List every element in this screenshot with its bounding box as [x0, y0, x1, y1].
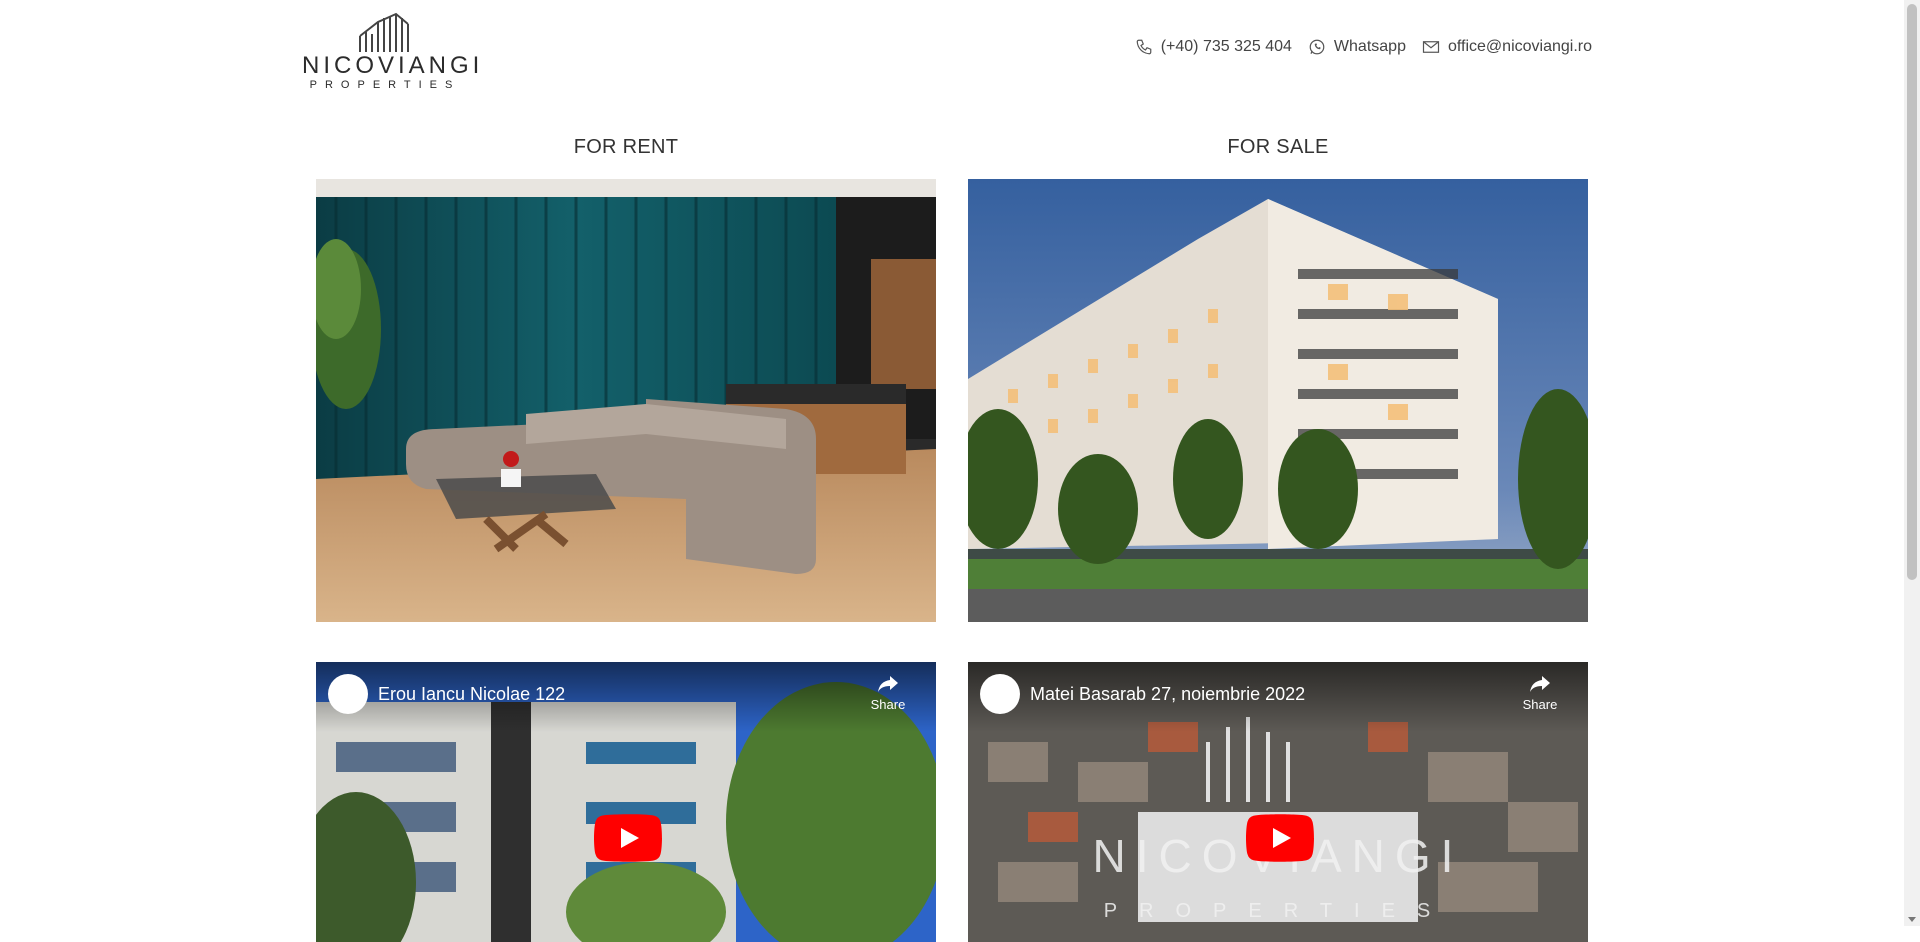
channel-avatar[interactable] [328, 674, 368, 714]
page-scrollbar[interactable] [1904, 0, 1920, 926]
share-label: Share [870, 697, 906, 712]
whatsapp-label: Whatsapp [1333, 38, 1406, 55]
youtube-play-icon[interactable] [1246, 814, 1314, 862]
share-icon [1530, 676, 1550, 692]
video-embed-2[interactable]: NICOVIANGI PROPERTIES Matei Basarab 27, … [968, 662, 1588, 942]
whatsapp-link[interactable]: Whatsapp [1308, 38, 1406, 56]
email-link[interactable]: office@nicoviangi.ro [1422, 38, 1592, 56]
apartment-building-image [968, 179, 1588, 622]
share-button[interactable]: Share [1520, 674, 1560, 712]
for-sale-card[interactable] [968, 179, 1588, 622]
for-sale-heading: FOR SALE [1227, 136, 1329, 158]
phone-link[interactable]: (+40) 735 325 404 [1135, 38, 1292, 56]
for-rent-card[interactable] [316, 179, 936, 622]
site-logo[interactable]: NICOVIANGI PROPERTIES [302, 12, 484, 92]
phone-number: (+40) 735 325 404 [1160, 38, 1292, 55]
contact-bar: (+40) 735 325 404 Whatsapp office@nicovi… [1119, 38, 1592, 56]
site-header: NICOVIANGI PROPERTIES (+40) 735 325 404 … [0, 0, 1904, 110]
email-address: office@nicoviangi.ro [1447, 38, 1592, 55]
share-button[interactable]: Share [868, 674, 908, 712]
video-title[interactable]: Erou Iancu Nicolae 122 [378, 684, 565, 705]
share-label: Share [1522, 697, 1558, 712]
share-icon [878, 676, 898, 692]
video-embed-1[interactable]: Erou Iancu Nicolae 122 Share [316, 662, 936, 942]
svg-text:PROPERTIES: PROPERTIES [1104, 900, 1453, 922]
logo-subtitle: PROPERTIES [309, 79, 461, 91]
whatsapp-icon [1309, 39, 1325, 55]
for-rent-heading: FOR RENT [573, 136, 679, 158]
living-room-image [316, 179, 936, 622]
envelope-icon [1422, 41, 1440, 53]
building-logo-icon [359, 12, 409, 52]
scroll-down-arrow-icon[interactable] [1908, 917, 1916, 922]
channel-avatar[interactable] [980, 674, 1020, 714]
logo-wordmark: NICOVIANGI [302, 52, 484, 79]
scrollbar-thumb[interactable] [1907, 4, 1917, 580]
phone-icon [1136, 39, 1152, 55]
youtube-play-icon[interactable] [594, 814, 662, 862]
video-title[interactable]: Matei Basarab 27, noiembrie 2022 [1030, 684, 1305, 705]
